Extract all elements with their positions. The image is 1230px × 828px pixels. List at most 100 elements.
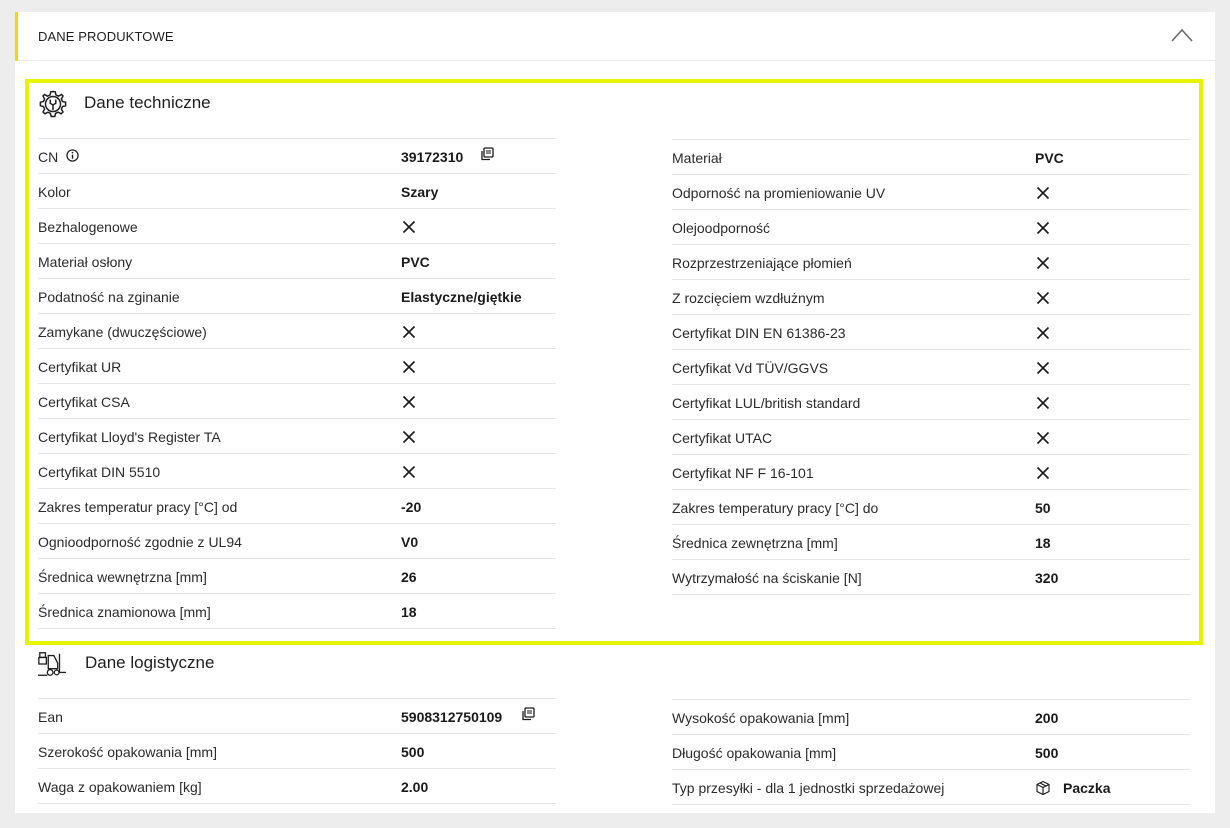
attribute-row: Certyfikat NF F 16-101	[672, 454, 1190, 489]
cross-icon	[402, 430, 416, 444]
attribute-row: Typ przesyłki - dla 1 jednostki sprzedaż…	[672, 769, 1190, 804]
cross-icon	[402, 220, 416, 234]
attribute-label: Certyfikat DIN EN 61386-23	[672, 325, 846, 341]
attribute-label: Certyfikat CSA	[38, 394, 130, 410]
attribute-label: Zamykane (dwuczęściowe)	[38, 324, 207, 340]
attribute-row: Materiał osłony PVC	[38, 243, 556, 278]
attribute-row: Certyfikat LUL/british standard	[672, 384, 1190, 419]
attribute-label: Certyfikat UR	[38, 359, 122, 375]
cross-icon	[402, 325, 416, 339]
attribute-row: Bezhalogenowe	[38, 208, 556, 243]
attribute-row: Certyfikat DIN EN 61386-23	[672, 314, 1190, 349]
panel-header[interactable]: DANE PRODUKTOWE	[15, 12, 1215, 61]
attribute-label: Materiał	[672, 150, 722, 166]
logistics-section-title: Dane logistyczne	[85, 653, 215, 672]
attribute-row: Olejoodporność	[672, 209, 1190, 244]
attribute-value: 5908312750109	[401, 709, 503, 725]
cross-icon	[402, 360, 416, 374]
attribute-row: Podatność na zginanie Elastyczne/giętkie	[38, 278, 556, 313]
attribute-label: Kolor	[38, 184, 71, 200]
technical-section-title: Dane techniczne	[84, 93, 211, 112]
attribute-value: 26	[401, 569, 417, 585]
attribute-row: Szerokość opakowania [mm] 500	[38, 733, 556, 768]
attribute-label: Certyfikat NF F 16-101	[672, 465, 814, 481]
row-divider	[38, 803, 556, 804]
attribute-row: Certyfikat UTAC	[672, 419, 1190, 454]
attribute-row: Średnica zewnętrzna [mm] 18	[672, 524, 1190, 559]
panel-title: DANE PRODUKTOWE	[38, 29, 174, 44]
row-divider	[672, 594, 1190, 595]
attribute-value: -20	[401, 499, 422, 515]
attribute-row: Wysokość opakowania [mm] 200	[672, 699, 1190, 734]
package-icon	[1036, 780, 1050, 796]
attribute-row: Kolor Szary	[38, 173, 556, 208]
cross-icon	[1036, 186, 1050, 200]
attribute-label: Średnica znamionowa [mm]	[38, 604, 211, 620]
attribute-label: Typ przesyłki - dla 1 jednostki sprzedaż…	[672, 780, 945, 796]
cross-icon	[1036, 256, 1050, 270]
attribute-row: Certyfikat UR	[38, 348, 556, 383]
attribute-row: Certyfikat CSA	[38, 383, 556, 418]
attribute-row: Zakres temperatur pracy [°C] od -20	[38, 488, 556, 523]
attribute-value: 500	[1035, 745, 1059, 761]
attribute-label: Długość opakowania [mm]	[672, 745, 837, 761]
attribute-label: Rozprzestrzeniające płomień	[672, 255, 852, 271]
attribute-label: Odporność na promieniowanie UV	[672, 185, 886, 201]
attribute-label: Zakres temperatur pracy [°C] od	[38, 499, 238, 515]
attribute-row: Średnica wewnętrzna [mm] 26	[38, 558, 556, 593]
attribute-row: Średnica znamionowa [mm] 18	[38, 593, 556, 628]
attribute-label: Certyfikat LUL/british standard	[672, 395, 861, 411]
row-divider	[38, 628, 556, 629]
attribute-row: Wytrzymałość na ściskanie [N] 320	[672, 559, 1190, 594]
attribute-value: 320	[1035, 570, 1059, 586]
attribute-label: Certyfikat DIN 5510	[38, 464, 161, 480]
attribute-label: Certyfikat Vd TÜV/GGVS	[672, 360, 829, 376]
attribute-label: Z rozcięciem wzdłużnym	[672, 290, 825, 306]
row-divider	[672, 804, 1190, 805]
cross-icon	[1036, 431, 1050, 445]
cross-icon	[402, 465, 416, 479]
attribute-label: CN	[38, 149, 59, 165]
attribute-label: Wysokość opakowania [mm]	[672, 710, 850, 726]
chevron-up-icon[interactable]	[1171, 28, 1193, 42]
cross-icon	[1036, 326, 1050, 340]
gear-wrench-icon	[39, 90, 67, 118]
attribute-label: Olejoodporność	[672, 220, 771, 236]
forklift-icon	[37, 652, 67, 676]
copy-icon[interactable]	[480, 147, 494, 161]
attribute-row: Certyfikat DIN 5510	[38, 453, 556, 488]
info-icon[interactable]	[66, 149, 79, 162]
attribute-value: 18	[1035, 535, 1051, 551]
attribute-label: Certyfikat UTAC	[672, 430, 773, 446]
attribute-row: Certyfikat Vd TÜV/GGVS	[672, 349, 1190, 384]
header-accent-bar	[15, 12, 18, 61]
attribute-label: Średnica wewnętrzna [mm]	[38, 569, 207, 585]
attribute-value: 50	[1035, 500, 1051, 516]
attribute-label: Certyfikat Lloyd's Register TA	[38, 429, 221, 445]
attribute-value: Szary	[401, 184, 439, 200]
attribute-row: Certyfikat Lloyd's Register TA	[38, 418, 556, 453]
attribute-label: Zakres temperatury pracy [°C] do	[672, 500, 879, 516]
attribute-row: Materiał PVC	[672, 139, 1190, 174]
attribute-row: Rozprzestrzeniające płomień	[672, 244, 1190, 279]
attribute-label: Podatność na zginanie	[38, 289, 180, 305]
attribute-label: Średnica zewnętrzna [mm]	[672, 535, 838, 551]
cross-icon	[1036, 396, 1050, 410]
attribute-row: Długość opakowania [mm] 500	[672, 734, 1190, 769]
attribute-value: 18	[401, 604, 417, 620]
attribute-value: 500	[401, 744, 425, 760]
attribute-row: Ognioodporność zgodnie z UL94 V0	[38, 523, 556, 558]
attribute-value: Elastyczne/giętkie	[401, 289, 522, 305]
attribute-label: Materiał osłony	[38, 254, 133, 270]
attribute-value: V0	[401, 534, 419, 550]
cross-icon	[402, 395, 416, 409]
attribute-value: 2.00	[401, 779, 429, 795]
attribute-row: Waga z opakowaniem [kg] 2.00	[38, 768, 556, 803]
attribute-value: PVC	[1035, 150, 1064, 166]
cross-icon	[1036, 221, 1050, 235]
attribute-value: PVC	[401, 254, 430, 270]
copy-icon[interactable]	[521, 707, 535, 721]
attribute-row: Odporność na promieniowanie UV	[672, 174, 1190, 209]
attribute-label: Waga z opakowaniem [kg]	[38, 779, 202, 795]
attribute-label: Wytrzymałość na ściskanie [N]	[672, 570, 862, 586]
